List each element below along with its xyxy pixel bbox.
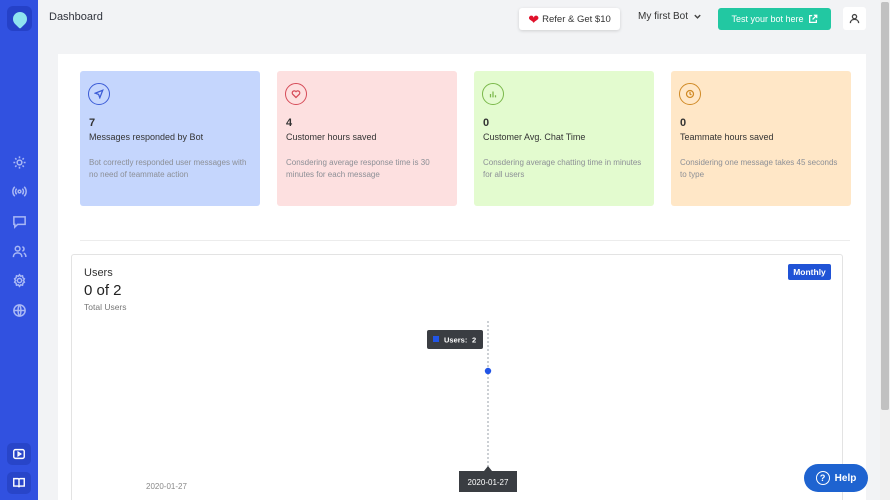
stat-title: Teammate hours saved [680, 132, 774, 142]
stat-value: 0 [680, 117, 687, 129]
x-axis-tooltip: 2020-01-27 [459, 466, 517, 492]
chat-icon[interactable] [9, 211, 29, 231]
logo-drop-icon [9, 8, 30, 29]
bot-selector[interactable]: My first Bot [638, 11, 702, 22]
legend-swatch [433, 336, 439, 342]
stat-value: 4 [286, 117, 293, 129]
help-label: Help [834, 472, 857, 484]
stat-card-customer-hours: 4 Customer hours saved Consdering averag… [277, 71, 457, 206]
globe-icon[interactable] [9, 300, 29, 320]
main-content: 7 Messages responded by Bot Bot correctl… [58, 54, 866, 500]
series-tooltip: Users: 2 [427, 330, 483, 349]
x-tick-label: 2020-01-27 [146, 482, 187, 491]
stat-description: Consdering average chatting time in minu… [483, 158, 642, 180]
users-icon[interactable] [9, 241, 29, 261]
app-logo[interactable] [7, 6, 32, 31]
stat-value: 0 [483, 117, 490, 129]
section-divider [80, 240, 850, 241]
refer-label: Refer & Get $10 [542, 13, 611, 25]
users-chart-panel: Users 0 of 2 Total Users Monthly Users: … [71, 254, 843, 500]
stat-value: 7 [89, 117, 96, 129]
heart-icon [285, 83, 307, 105]
external-link-icon [808, 14, 817, 23]
users-line-chart: Users: 2 2020-01-27 2020-01-27 [146, 321, 517, 492]
book-icon[interactable] [7, 472, 31, 494]
gear-icon[interactable] [9, 270, 29, 290]
test-bot-label: Test your bot here [731, 14, 804, 24]
stat-title: Customer hours saved [286, 132, 377, 142]
user-icon [849, 13, 860, 24]
test-bot-button[interactable]: Test your bot here [718, 8, 831, 30]
stat-card-messages: 7 Messages responded by Bot Bot correctl… [80, 71, 260, 206]
bar-chart-icon [482, 83, 504, 105]
scrollbar-thumb[interactable] [881, 2, 889, 410]
refer-button[interactable]: ❤ Refer & Get $10 [519, 8, 620, 30]
stat-card-teammate-hours: 0 Teammate hours saved Considering one m… [671, 71, 851, 206]
send-icon [88, 83, 110, 105]
stat-description: Considering one message takes 45 seconds… [680, 158, 838, 180]
help-button[interactable]: ? Help [804, 464, 868, 492]
chevron-down-icon [694, 14, 701, 19]
user-menu-button[interactable] [843, 7, 866, 30]
video-icon[interactable] [7, 443, 31, 465]
settings-icon[interactable] [9, 152, 29, 172]
tooltip-label: Users: [444, 336, 467, 345]
data-point [484, 367, 492, 375]
heart-icon: ❤ [528, 11, 540, 27]
stat-title: Customer Avg. Chat Time [483, 132, 586, 142]
x-tooltip-label: 2020-01-27 [468, 478, 509, 487]
stat-description: Consdering average response time is 30 m… [286, 158, 430, 180]
stat-description: Bot correctly responded user messages wi… [89, 158, 247, 180]
page-title: Dashboard [49, 11, 103, 23]
bot-name: My first Bot [638, 11, 689, 22]
clock-icon [679, 83, 701, 105]
sidebar [0, 0, 38, 500]
stat-title: Messages responded by Bot [89, 132, 204, 142]
question-icon: ? [815, 471, 830, 485]
top-header: Dashboard ❤ Refer & Get $10 My first Bot… [38, 0, 880, 38]
page-scrollbar[interactable] [880, 0, 890, 500]
tooltip-value: 2 [472, 336, 476, 345]
stat-card-chat-time: 0 Customer Avg. Chat Time Consdering ave… [474, 71, 654, 206]
broadcast-icon[interactable] [9, 181, 29, 201]
